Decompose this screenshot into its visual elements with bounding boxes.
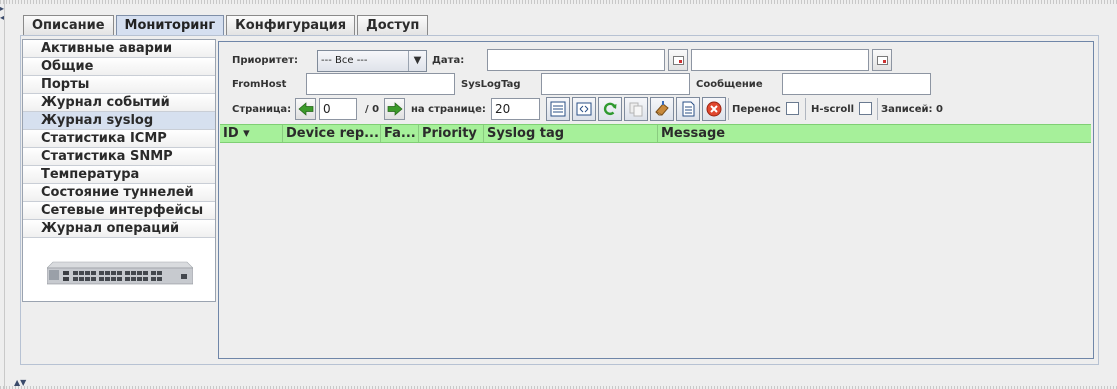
columns-button[interactable] xyxy=(546,97,570,121)
toolbar-separator xyxy=(728,98,729,120)
column-header-syslog-tag[interactable]: Syslog tag xyxy=(484,125,658,142)
document-icon xyxy=(682,101,695,117)
sidebar-item-general[interactable]: Общие xyxy=(23,58,215,76)
syslog-filter-bar: Приоритет: --- Все --- ▼ Дата: FromHost … xyxy=(219,42,1093,124)
device-image-area xyxy=(23,238,215,298)
wrap-label: Перенос xyxy=(732,104,781,115)
splitter-bar[interactable] xyxy=(0,0,5,389)
hscroll-checkbox[interactable] xyxy=(859,102,872,115)
date-to-field[interactable] xyxy=(691,49,869,71)
tab-configuration[interactable]: Конфигурация xyxy=(226,15,356,35)
date-label: Дата: xyxy=(432,55,465,66)
delete-button[interactable] xyxy=(702,97,726,121)
close-icon xyxy=(706,101,722,117)
splitter-arrows-icon[interactable]: ▸ ◂ xyxy=(0,4,4,22)
syslog-panel: Приоритет: --- Все --- ▼ Дата: FromHost … xyxy=(218,41,1094,359)
page-number-field[interactable]: 0 xyxy=(319,98,357,120)
arrow-left-icon xyxy=(298,102,314,116)
date-from-field[interactable] xyxy=(487,49,665,71)
copy-button[interactable] xyxy=(624,97,648,121)
syslogtag-field[interactable] xyxy=(541,73,690,95)
date-from-calendar-button[interactable] xyxy=(668,49,688,71)
refresh-icon xyxy=(603,102,617,116)
column-header-id[interactable]: ID ▾ xyxy=(220,125,283,142)
column-header-device[interactable]: Device rep... xyxy=(283,125,381,142)
window-top-edge xyxy=(0,0,1117,4)
message-label: Сообщение xyxy=(696,79,763,90)
refresh-button[interactable] xyxy=(598,97,622,121)
column-header-message[interactable]: Message xyxy=(658,125,1091,142)
sidebar-item-operations-log[interactable]: Журнал операций xyxy=(23,220,215,238)
sidebar-item-temperature[interactable]: Температура xyxy=(23,166,215,184)
list-columns-icon xyxy=(550,101,566,117)
syslogtag-label: SysLogTag xyxy=(461,79,521,90)
sidebar-item-event-log[interactable]: Журнал событий xyxy=(23,94,215,112)
tab-bar: Описание Мониторинг Конфигурация Доступ xyxy=(23,15,430,35)
fromhost-label: FromHost xyxy=(232,79,287,90)
syslog-table-body[interactable] xyxy=(220,143,1091,357)
sidebar-item-network-interfaces[interactable]: Сетевые интерфейсы xyxy=(23,202,215,220)
per-page-label: на странице: xyxy=(411,104,486,115)
copy-icon xyxy=(629,102,643,117)
previous-page-button[interactable] xyxy=(295,98,316,120)
collapse-arrows-icon[interactable]: ▲▼ xyxy=(14,378,26,387)
toolbar-separator xyxy=(877,98,878,120)
column-header-facility[interactable]: Fa... xyxy=(381,125,419,142)
priority-select-value: --- Все --- xyxy=(321,55,368,66)
wrap-checkbox[interactable] xyxy=(786,102,799,115)
hscroll-label: H-scroll xyxy=(811,104,855,115)
syslog-table-header: ID ▾ Device rep... Fa... Priority Syslog… xyxy=(220,124,1091,143)
date-to-calendar-button[interactable] xyxy=(872,49,892,71)
fromhost-field[interactable] xyxy=(306,73,455,95)
clear-filter-button[interactable] xyxy=(650,97,674,121)
network-switch-image xyxy=(47,261,193,285)
sidebar-item-ports[interactable]: Порты xyxy=(23,76,215,94)
fit-columns-button[interactable] xyxy=(572,97,596,121)
message-field[interactable] xyxy=(782,73,931,95)
sidebar-item-tunnel-state[interactable]: Состояние туннелей xyxy=(23,184,215,202)
page-label: Страница: xyxy=(232,104,292,115)
arrow-right-icon xyxy=(387,102,403,116)
chevron-down-icon: ▼ xyxy=(408,51,426,71)
sidebar-item-active-alarms[interactable]: Активные аварии xyxy=(23,40,215,58)
sidebar-item-syslog[interactable]: Журнал syslog xyxy=(23,112,215,130)
calendar-icon xyxy=(877,56,888,65)
export-button[interactable] xyxy=(676,97,700,121)
per-page-field[interactable]: 20 xyxy=(491,98,540,120)
fit-width-icon xyxy=(576,102,592,116)
eraser-icon xyxy=(655,101,669,116)
records-count: Записей: 0 xyxy=(881,104,943,115)
priority-select[interactable]: --- Все --- ▼ xyxy=(317,50,427,72)
sidebar-item-icmp-stats[interactable]: Статистика ICMP xyxy=(23,130,215,148)
priority-label: Приоритет: xyxy=(232,55,298,66)
monitoring-sidebar: Активные аварии Общие Порты Журнал событ… xyxy=(22,39,216,302)
calendar-icon xyxy=(673,56,684,65)
tab-monitoring[interactable]: Мониторинг xyxy=(115,15,225,35)
tab-description[interactable]: Описание xyxy=(23,15,114,35)
page-total: / 0 xyxy=(365,104,380,115)
sidebar-item-snmp-stats[interactable]: Статистика SNMP xyxy=(23,148,215,166)
tab-access[interactable]: Доступ xyxy=(357,15,429,35)
next-page-button[interactable] xyxy=(384,98,405,120)
toolbar-separator xyxy=(805,98,806,120)
column-header-priority[interactable]: Priority xyxy=(419,125,484,142)
